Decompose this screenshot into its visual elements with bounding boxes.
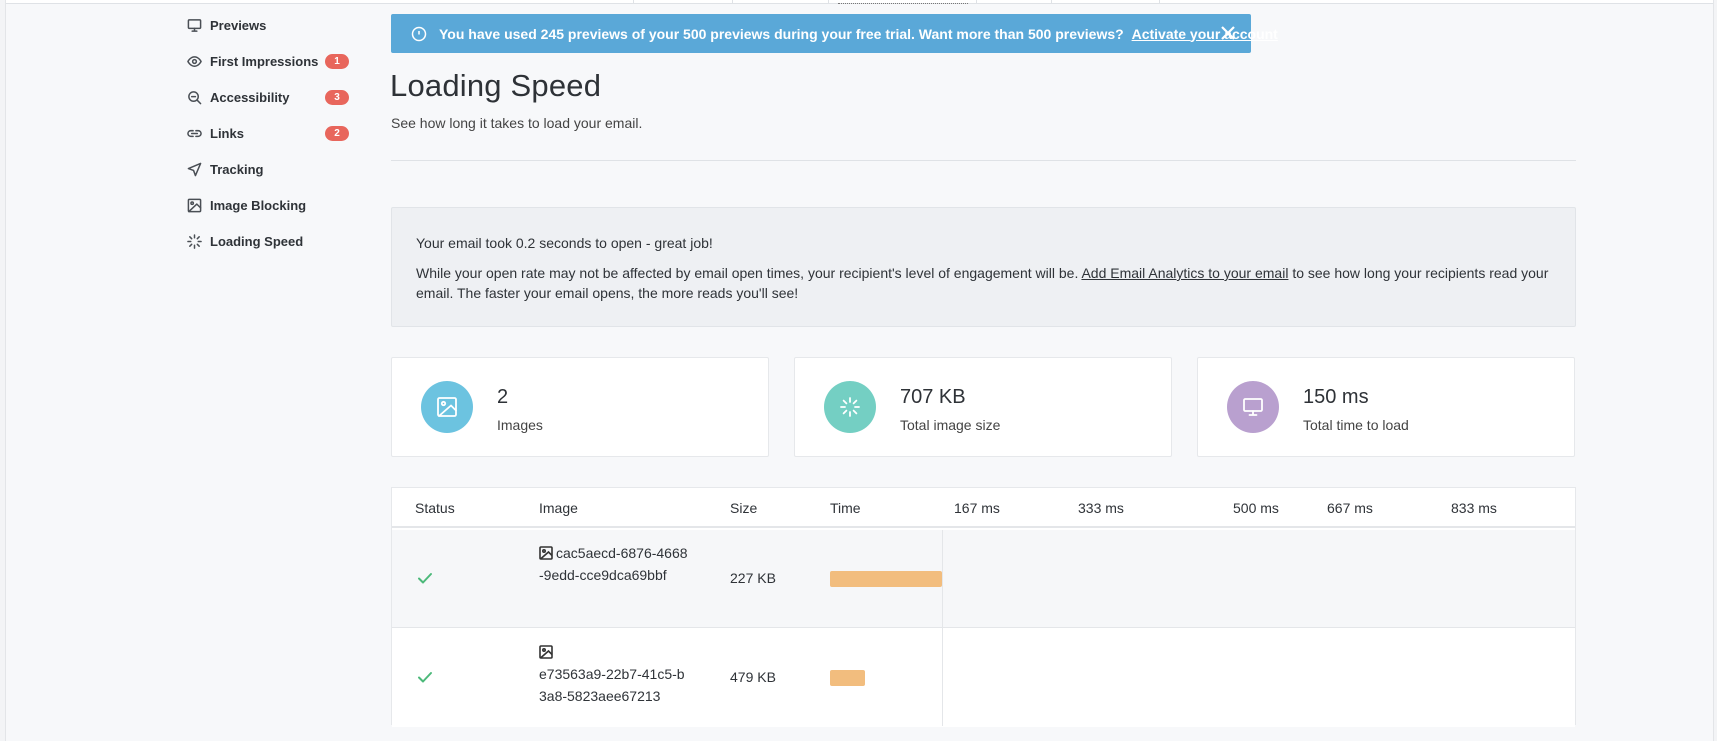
time-tick: 500 ms: [1233, 500, 1279, 516]
sidebar-item-label: First Impressions: [210, 53, 319, 69]
page-subtitle: See how long it takes to load your email…: [391, 115, 643, 131]
time-tick: 833 ms: [1451, 500, 1497, 516]
divider: [391, 160, 1576, 161]
sidebar-item-label: Links: [210, 125, 244, 141]
stat-card-images: 2 Images: [391, 357, 769, 457]
image-name: cac5aecd-6876-4668-9edd-cce9dca69bbf: [539, 542, 689, 586]
sidebar-item-label: Previews: [210, 17, 267, 33]
add-email-analytics-link[interactable]: Add Email Analytics to your email: [1081, 265, 1288, 281]
sidebar-item-tracking[interactable]: Tracking: [186, 151, 361, 187]
column-header-time: Time: [830, 500, 861, 516]
time-tick: 667 ms: [1327, 500, 1373, 516]
right-scrollbar[interactable]: [1713, 0, 1717, 741]
image-icon: [539, 544, 553, 560]
load-time-bar: [830, 571, 942, 587]
table-header: Status Image Size Time 167 ms 333 ms 500…: [392, 488, 1575, 528]
column-header-status: Status: [415, 500, 455, 516]
summary-details: While your open rate may not be affected…: [416, 263, 1551, 303]
image-icon: [539, 643, 553, 659]
images-table: Status Image Size Time 167 ms 333 ms 500…: [391, 487, 1576, 727]
summary-result: Your email took 0.2 seconds to open - gr…: [416, 235, 713, 251]
sidebar-item-accessibility[interactable]: Accessibility 3: [186, 79, 361, 115]
sidebar-item-links[interactable]: Links 2: [186, 115, 361, 151]
stat-card-total-image-size: 707 KB Total image size: [794, 357, 1172, 457]
monitor-icon: [186, 17, 202, 33]
image-icon: [421, 381, 473, 433]
sidebar: Previews First Impressions 1 Accessibili…: [186, 7, 361, 259]
stat-label: Total image size: [900, 417, 1001, 433]
link-icon: [186, 125, 202, 141]
left-panel-edge: [0, 0, 6, 741]
column-header-size: Size: [730, 500, 758, 516]
issue-count-badge: 3: [325, 90, 349, 105]
stat-value: 707 KB: [900, 386, 966, 408]
checkmark-icon: [417, 669, 433, 685]
banner-text: You have used 245 previews of your 500 p…: [439, 25, 1124, 42]
timeline-axis-line: [942, 530, 943, 726]
time-tick: 333 ms: [1078, 500, 1124, 516]
close-icon[interactable]: [1219, 24, 1237, 42]
magnifier-icon: [186, 89, 202, 105]
checkmark-icon: [417, 570, 433, 586]
stat-label: Total time to load: [1303, 417, 1409, 433]
stat-card-total-time: 150 ms Total time to load: [1197, 357, 1575, 457]
summary-text: While your open rate may not be affected…: [416, 265, 1082, 281]
image-size: 227 KB: [730, 570, 776, 586]
page-title: Loading Speed: [390, 68, 602, 103]
trial-banner: You have used 245 previews of your 500 p…: [391, 14, 1278, 53]
sidebar-item-label: Image Blocking: [210, 197, 307, 213]
image-name: e73563a9-22b7-41c5-b3a8-5823aee67213: [539, 641, 689, 707]
image-filename: cac5aecd-6876-4668-9edd-cce9dca69bbf: [539, 545, 688, 583]
stat-value: 150 ms: [1303, 386, 1369, 408]
sidebar-item-label: Tracking: [210, 161, 264, 177]
image-size: 479 KB: [730, 669, 776, 685]
table-row: cac5aecd-6876-4668-9edd-cce9dca69bbf 227…: [392, 530, 1575, 628]
monitor-icon: [1227, 381, 1279, 433]
sidebar-item-first-impressions[interactable]: First Impressions 1: [186, 43, 361, 79]
issue-count-badge: 2: [325, 126, 349, 141]
top-tab-strip: [0, 0, 1717, 4]
activate-account-link[interactable]: Activate your account: [1132, 26, 1278, 42]
sidebar-item-previews[interactable]: Previews: [186, 7, 361, 43]
load-time-bar: [830, 670, 865, 686]
sidebar-item-loading-speed[interactable]: Loading Speed: [186, 223, 361, 259]
banner-message: You have used 245 previews of your 500 p…: [439, 26, 1278, 42]
column-header-image: Image: [539, 500, 578, 516]
stat-label: Images: [497, 417, 543, 433]
spinner-icon: [186, 233, 202, 249]
stat-value: 2: [497, 386, 509, 408]
sidebar-item-label: Loading Speed: [210, 233, 304, 249]
image-filename: e73563a9-22b7-41c5-b3a8-5823aee67213: [539, 666, 685, 704]
sidebar-item-image-blocking[interactable]: Image Blocking: [186, 187, 361, 223]
info-icon: [411, 26, 427, 42]
summary-box: Your email took 0.2 seconds to open - gr…: [391, 207, 1576, 327]
issue-count-badge: 1: [325, 54, 349, 69]
spinner-icon: [824, 381, 876, 433]
send-icon: [186, 161, 202, 177]
time-tick: 167 ms: [954, 500, 1000, 516]
eye-icon: [186, 53, 202, 69]
table-row: e73563a9-22b7-41c5-b3a8-5823aee67213 479…: [392, 629, 1575, 727]
sidebar-item-label: Accessibility: [210, 89, 290, 105]
image-icon: [186, 197, 202, 213]
